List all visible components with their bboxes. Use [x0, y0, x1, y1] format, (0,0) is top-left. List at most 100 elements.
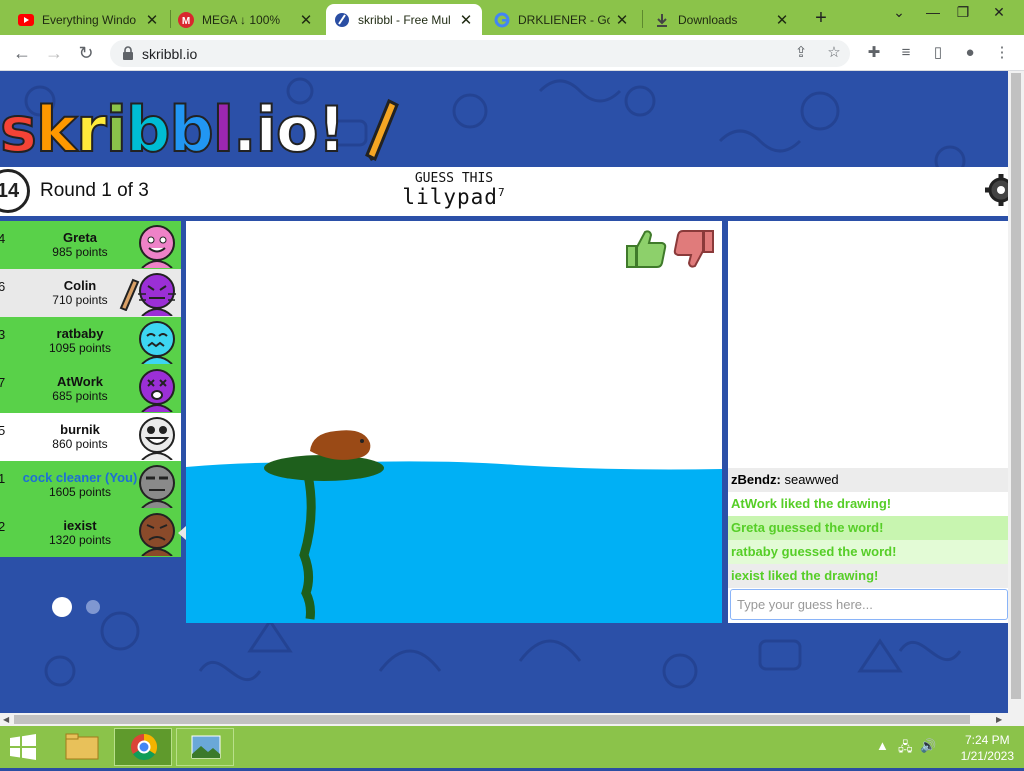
player-row[interactable]: 4 Greta 985 points: [0, 221, 181, 269]
forward-button[interactable]: →: [42, 41, 66, 65]
photos-taskbar-button[interactable]: [176, 728, 234, 766]
address-bar[interactable]: skribbl.io: [110, 40, 850, 67]
logo-letter: k: [35, 93, 78, 166]
logo-letter: l: [212, 93, 235, 166]
logo-letter: i: [105, 93, 128, 166]
player-row-you[interactable]: 1 cock cleaner (You) 1605 points: [0, 461, 181, 509]
drawing: [186, 430, 722, 623]
vertical-scrollbar[interactable]: [1008, 71, 1024, 713]
thumbs-up-icon[interactable]: [624, 227, 668, 271]
tab-separator: [642, 10, 643, 28]
scroll-left-icon[interactable]: ◀: [3, 715, 9, 724]
chat-text: iexist liked the drawing!: [731, 568, 879, 583]
horizontal-scrollbar[interactable]: ◀ ▶: [0, 713, 1024, 726]
logo-letter: b: [125, 93, 171, 166]
chat-message-like: iexist liked the drawing!: [728, 564, 1008, 588]
player-row[interactable]: 7 AtWork 685 points: [0, 365, 181, 413]
tab-downloads[interactable]: Downloads ✕: [646, 4, 798, 35]
tab-skribbl[interactable]: skribbl - Free Mul ✕: [326, 4, 482, 35]
chrome-taskbar-button[interactable]: [114, 728, 172, 766]
tab-mega[interactable]: M MEGA ↓ 100% ✕: [170, 4, 322, 35]
close-icon[interactable]: ✕: [144, 11, 160, 29]
browser-toolbar: ← → ↻ skribbl.io ⇪ ☆ ✚ ≡ ▯ ● ⋮: [0, 35, 1024, 71]
player-avatar: [139, 225, 175, 268]
share-icon[interactable]: ⇪: [791, 43, 811, 63]
windows-start-icon[interactable]: [8, 734, 38, 760]
chat-message-guessed: Greta guessed the word!: [728, 516, 1008, 540]
side-panel-icon[interactable]: ▯: [928, 43, 948, 63]
back-button[interactable]: ←: [10, 41, 34, 65]
download-icon: [657, 13, 667, 27]
network-icon[interactable]: 🖧: [898, 738, 913, 760]
game-header: 14 Round 1 of 3 GUESS THIS lilypad7: [0, 167, 1008, 216]
player-row[interactable]: 5 burnik 860 points: [0, 413, 181, 461]
lock-icon: [123, 46, 133, 60]
svg-text:M: M: [182, 16, 190, 27]
guess-input[interactable]: [730, 589, 1008, 620]
tab-title: DRKLIENER - Goo: [518, 12, 610, 27]
scrollbar-thumb[interactable]: [14, 715, 970, 724]
tab-youtube[interactable]: Everything Windo ✕: [10, 4, 168, 35]
lily-pad: [264, 455, 384, 481]
minimize-button[interactable]: —: [918, 4, 948, 26]
chat-panel: zBendz: seawwed AtWork liked the drawing…: [728, 221, 1008, 623]
google-icon: [494, 12, 510, 27]
restore-button[interactable]: ❐: [948, 4, 978, 26]
player-avatar: [139, 369, 175, 412]
player-row[interactable]: 6 Colin 710 points: [0, 269, 181, 317]
scrollbar-thumb[interactable]: [1011, 73, 1021, 699]
chat-text: AtWork liked the drawing!: [731, 496, 892, 511]
player-avatar: [139, 417, 175, 460]
clock-time: 7:24 PM: [964, 733, 1010, 747]
tab-google[interactable]: DRKLIENER - Goo ✕: [486, 4, 638, 35]
player-avatar: [139, 321, 175, 364]
player-row[interactable]: 2 iexist 1320 points: [0, 509, 181, 557]
drawing-canvas[interactable]: [186, 221, 722, 623]
player-avatar: [139, 513, 175, 556]
player-avatar: [138, 273, 176, 316]
close-icon[interactable]: ✕: [458, 11, 474, 29]
close-window-button[interactable]: ✕: [984, 4, 1014, 26]
logo-letter: i: [255, 93, 278, 166]
chrome-icon: [131, 733, 158, 761]
skribbl-page: skribbl.io! 14 Round 1 of 3 GUESS THIS l…: [0, 71, 1008, 713]
logo-letter: r: [75, 93, 108, 166]
tab-search-icon[interactable]: ⌄: [884, 4, 914, 26]
close-icon[interactable]: ✕: [774, 11, 790, 29]
logo-letter: b: [168, 93, 214, 166]
youtube-icon: [18, 13, 34, 26]
close-icon[interactable]: ✕: [298, 11, 314, 29]
skribbl-icon: [335, 12, 349, 27]
chat-text: Greta guessed the word!: [731, 520, 884, 535]
chat-author: zBendz:: [731, 472, 781, 487]
logo-letter: s: [0, 93, 38, 166]
guess-label: GUESS THIS: [414, 171, 494, 186]
frog-eye: [360, 439, 364, 443]
chat-text: ratbaby guessed the word!: [731, 544, 897, 559]
reload-button[interactable]: ↻: [74, 41, 98, 65]
extensions-icon[interactable]: ✚: [864, 43, 884, 63]
volume-icon[interactable]: 🔊: [920, 738, 936, 754]
clock-date: 1/21/2023: [960, 749, 1014, 763]
menu-icon[interactable]: ⋮: [992, 43, 1012, 63]
taskbar-clock[interactable]: 7:24 PM 1/21/2023: [961, 732, 1014, 764]
windows-taskbar: ▲ 🖧 🔊 7:24 PM 1/21/2023: [0, 726, 1024, 768]
player-list: 4 Greta 985 points 6 Colin 710 points 3 …: [0, 221, 181, 557]
close-icon[interactable]: ✕: [614, 11, 630, 29]
player-row[interactable]: 3 ratbaby 1095 points: [0, 317, 181, 365]
tray-chevron-icon[interactable]: ▲: [876, 738, 889, 753]
file-explorer-button[interactable]: [56, 728, 108, 766]
thumbs-down-icon[interactable]: [672, 227, 716, 271]
chat-message-guessed: ratbaby guessed the word!: [728, 540, 1008, 564]
tab-title: Everything Windo: [42, 12, 137, 27]
page-dot[interactable]: [86, 600, 100, 614]
scroll-right-icon[interactable]: ▶: [996, 715, 1002, 724]
gear-icon[interactable]: [984, 173, 1008, 207]
media-icon[interactable]: ≡: [896, 43, 916, 63]
folder-icon: [65, 733, 99, 760]
new-tab-button[interactable]: +: [810, 7, 832, 30]
profile-icon[interactable]: ●: [960, 43, 980, 63]
bookmark-star-icon[interactable]: ☆: [824, 43, 844, 63]
page-dot-active[interactable]: [52, 597, 72, 617]
pencil-icon: [365, 98, 400, 162]
